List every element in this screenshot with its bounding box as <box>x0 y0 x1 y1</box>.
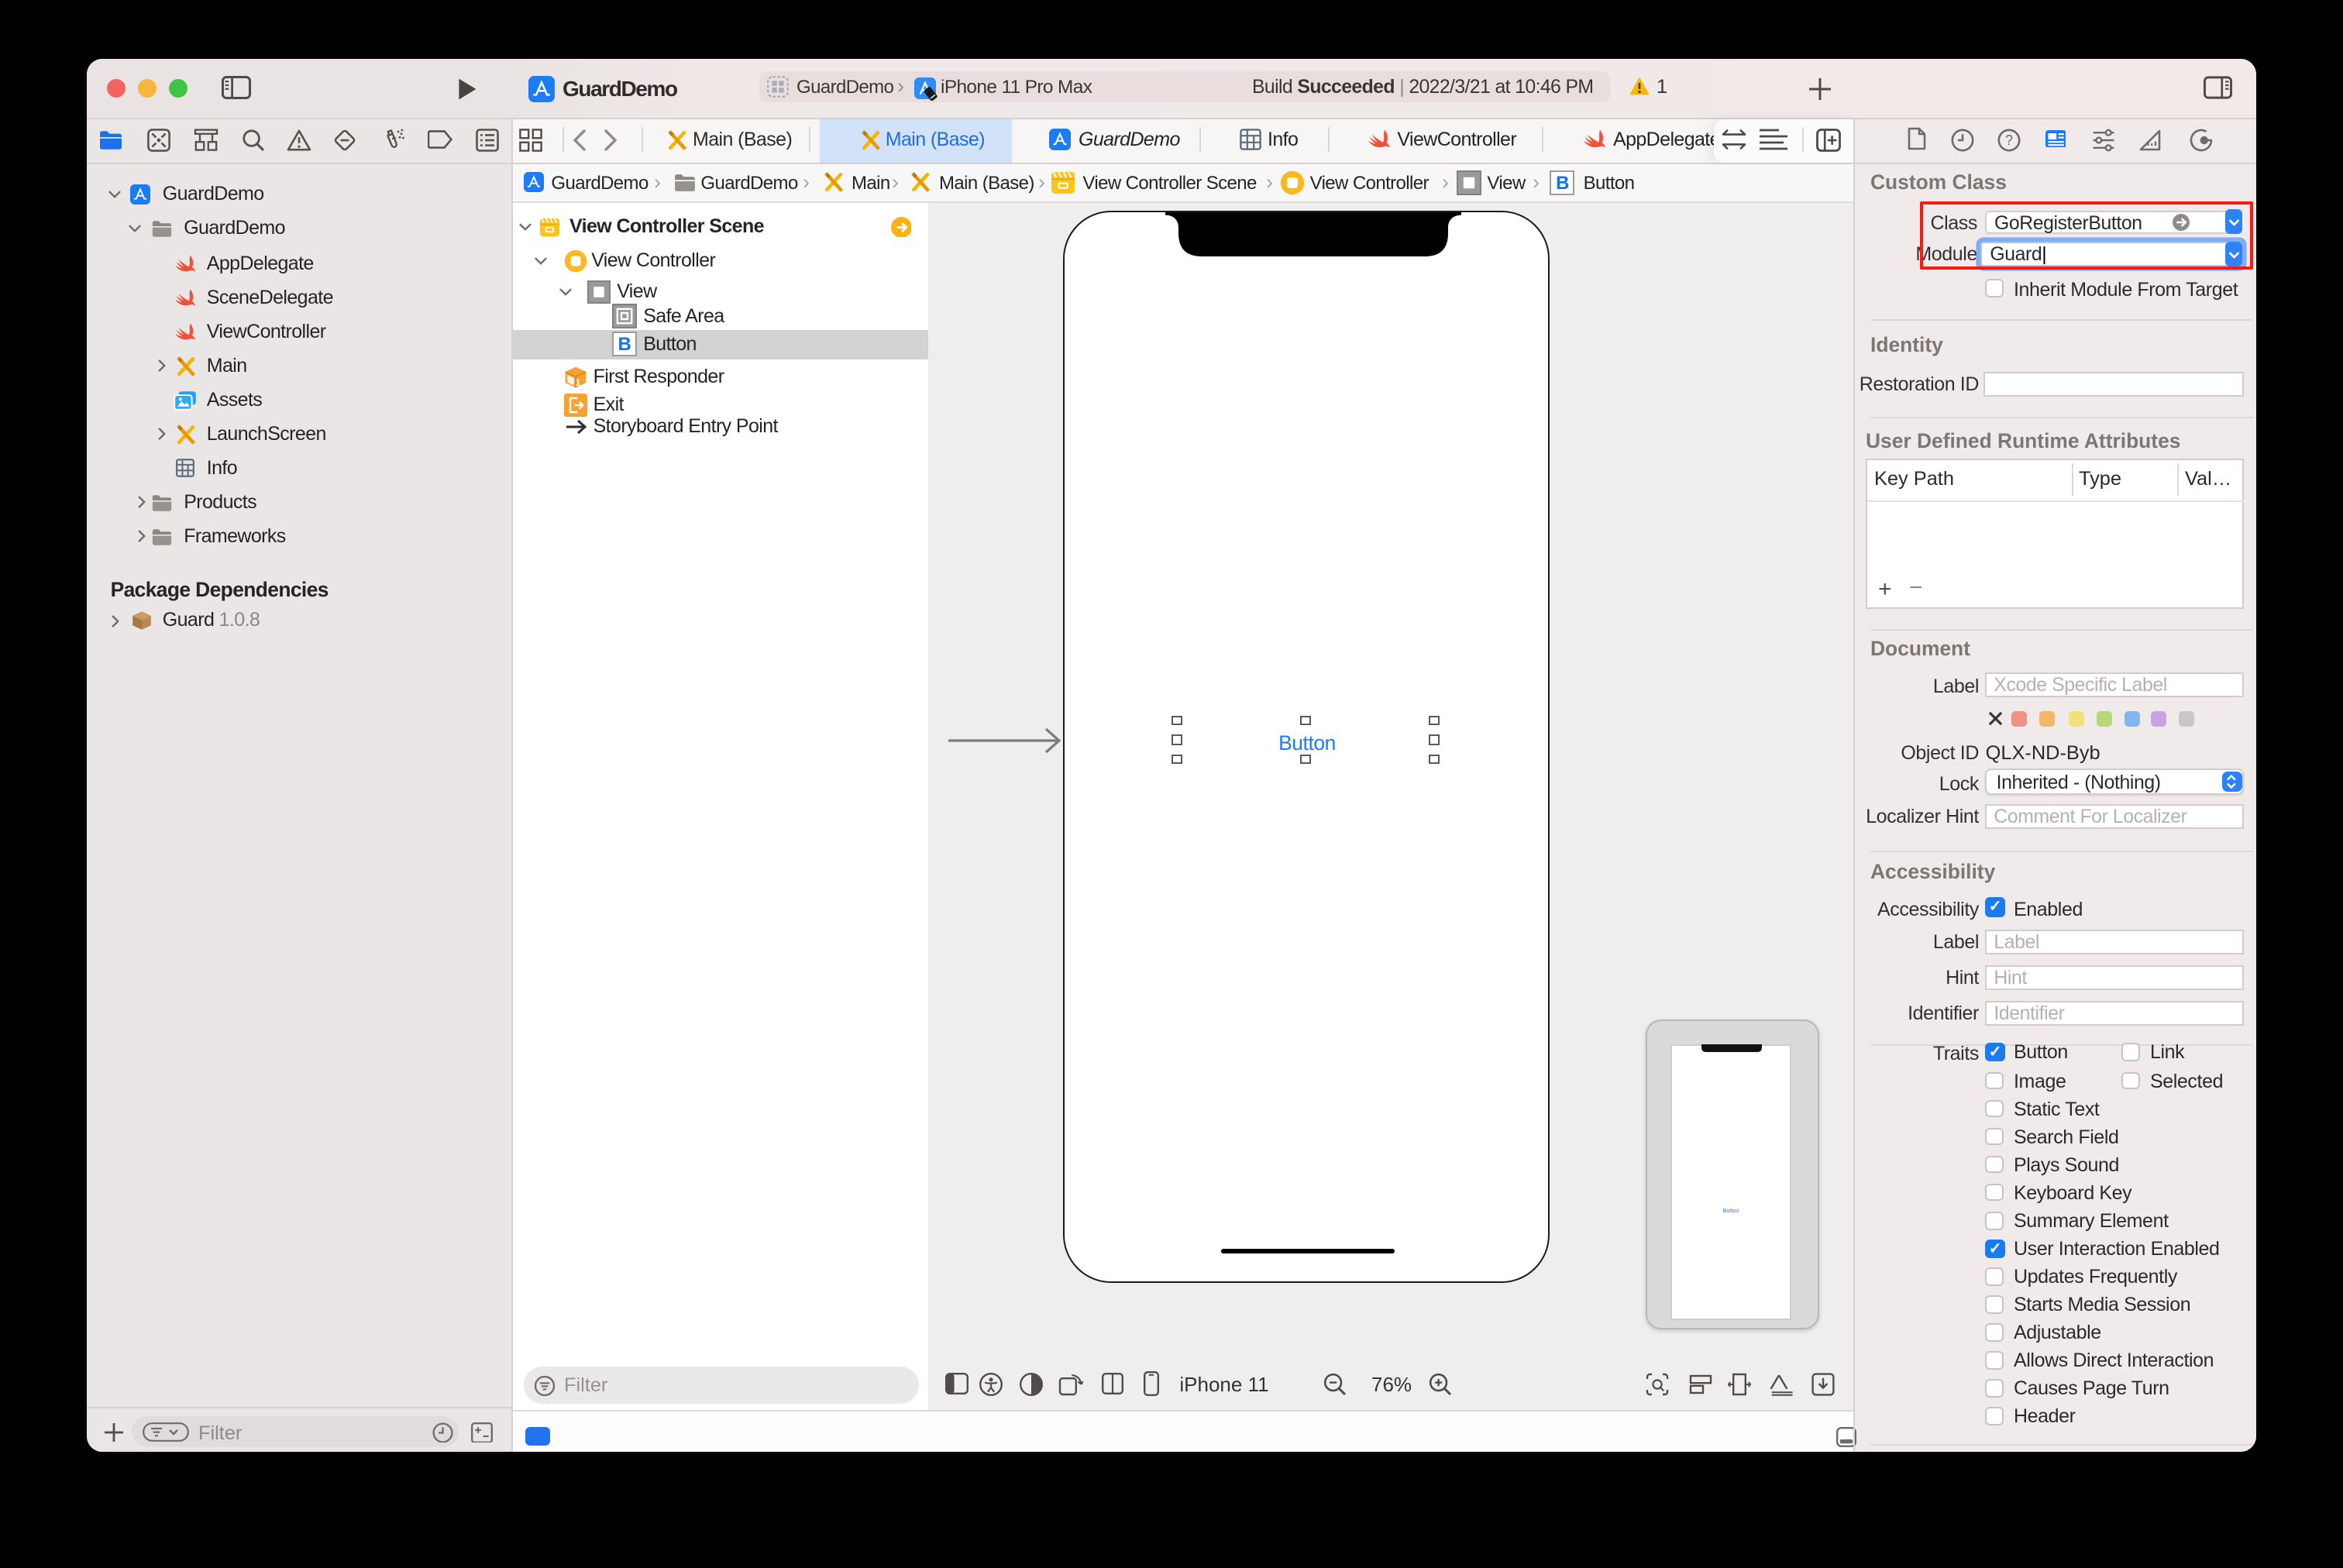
svg-text:1: 1 <box>576 378 581 388</box>
svg-text:?: ? <box>2005 132 2013 147</box>
